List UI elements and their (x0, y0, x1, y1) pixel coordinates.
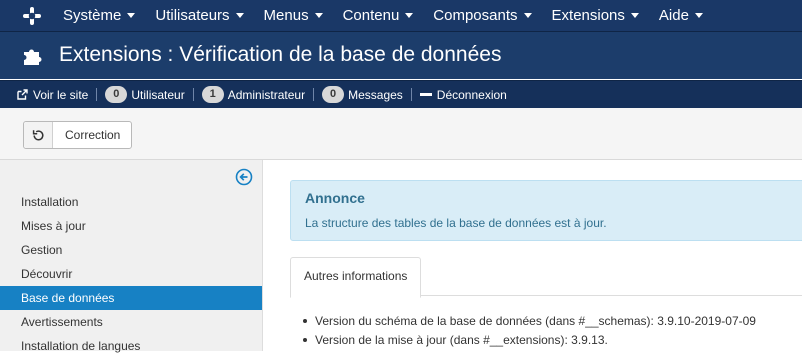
caret-down-icon (314, 12, 323, 18)
sidebar-item-update[interactable]: Mises à jour (0, 214, 262, 238)
menu-label: Composants (433, 7, 518, 24)
sidebar-menu: Installation Mises à jour Gestion Découv… (0, 190, 262, 358)
caret-down-icon (235, 12, 244, 18)
view-site-label: Voir le site (33, 87, 89, 102)
alert-message: La structure des tables de la base de do… (305, 216, 607, 230)
menu-label: Utilisateurs (155, 7, 230, 24)
status-row: Voir le site 0 Utilisateur 1 Administrat… (17, 81, 507, 108)
fix-button-label: Correction (65, 128, 121, 142)
external-link-icon (17, 89, 28, 100)
sidebar-item-warnings[interactable]: Avertissements (0, 310, 262, 334)
menu-content[interactable]: Contenu (333, 0, 424, 31)
divider (192, 88, 194, 101)
menu-components[interactable]: Composants (423, 0, 541, 31)
bullet-icon (303, 337, 307, 342)
sidebar-item-database[interactable]: Base de données (0, 286, 262, 310)
alert-heading: Annonce (305, 190, 365, 206)
sidebar-item-manage[interactable]: Gestion (0, 238, 262, 262)
caret-down-icon (523, 12, 532, 18)
caret-down-icon (127, 12, 136, 18)
update-version-text: Version de la mise à jour (dans #__exten… (315, 333, 608, 347)
logout-link[interactable]: Déconnexion (419, 87, 507, 102)
main-content: Annonce La structure des tables de la ba… (263, 160, 802, 351)
joomla-logo-icon[interactable] (22, 6, 42, 26)
info-alert: Annonce La structure des tables de la ba… (290, 180, 802, 241)
status-bar: Voir le site 0 Utilisateur 1 Administrat… (0, 80, 802, 108)
top-navbar: Système Utilisateurs Menus Contenu Compo… (0, 0, 802, 32)
sidebar-item-discover[interactable]: Découvrir (0, 262, 262, 286)
menu-label: Extensions (551, 7, 625, 24)
sidebar-item-install[interactable]: Installation (0, 190, 262, 214)
sidebar-item-install-languages[interactable]: Installation de langues (0, 334, 262, 358)
admins-label: Administrateur (227, 87, 306, 102)
menu-menus[interactable]: Menus (254, 0, 333, 31)
page-header: Extensions : Vérification de la base de … (0, 32, 802, 79)
bullet-icon (303, 318, 307, 323)
users-count-badge: 0 (105, 86, 128, 103)
menu-label: Aide (658, 7, 689, 24)
minus-icon (419, 93, 432, 96)
users-label: Utilisateur (131, 87, 185, 102)
menu-label: Système (63, 7, 122, 24)
menu-label: Menus (263, 7, 309, 24)
sidebar: Installation Mises à jour Gestion Découv… (0, 160, 263, 353)
admins-count-badge: 1 (201, 86, 224, 103)
caret-down-icon (405, 12, 414, 18)
menu-extensions[interactable]: Extensions (542, 0, 649, 31)
collapse-sidebar-icon[interactable] (235, 168, 253, 186)
caret-down-icon (694, 12, 703, 18)
caret-down-icon (630, 12, 639, 18)
puzzle-icon (24, 49, 42, 65)
list-item: Version du schéma de la base de données … (303, 312, 756, 331)
divider (96, 88, 98, 101)
messages-link[interactable]: 0 Messages (322, 86, 403, 103)
menu-system[interactable]: Système (53, 0, 145, 31)
view-site-link[interactable]: Voir le site (17, 88, 88, 102)
menu-users[interactable]: Utilisateurs (145, 0, 253, 31)
users-online-link[interactable]: 0 Utilisateur (105, 86, 185, 103)
refresh-icon (24, 122, 53, 148)
admins-online-link[interactable]: 1 Administrateur (201, 86, 306, 103)
page-title: Extensions : Vérification de la base de … (59, 43, 502, 66)
messages-count-badge: 0 (322, 86, 345, 103)
list-item: Version de la mise à jour (dans #__exten… (303, 331, 756, 350)
info-list: Version du schéma de la base de données … (303, 312, 756, 350)
toolbar: Correction (0, 108, 802, 160)
logout-label: Déconnexion (436, 87, 507, 102)
divider (410, 88, 412, 101)
main-menu: Système Utilisateurs Menus Contenu Compo… (53, 0, 713, 31)
fix-button[interactable]: Correction (23, 121, 133, 149)
divider (313, 88, 315, 101)
menu-help[interactable]: Aide (649, 0, 713, 31)
tab-other-information[interactable]: Autres informations (290, 257, 422, 298)
menu-label: Contenu (342, 7, 400, 24)
messages-label: Messages (348, 87, 403, 102)
schema-version-text: Version du schéma de la base de données … (315, 314, 756, 328)
